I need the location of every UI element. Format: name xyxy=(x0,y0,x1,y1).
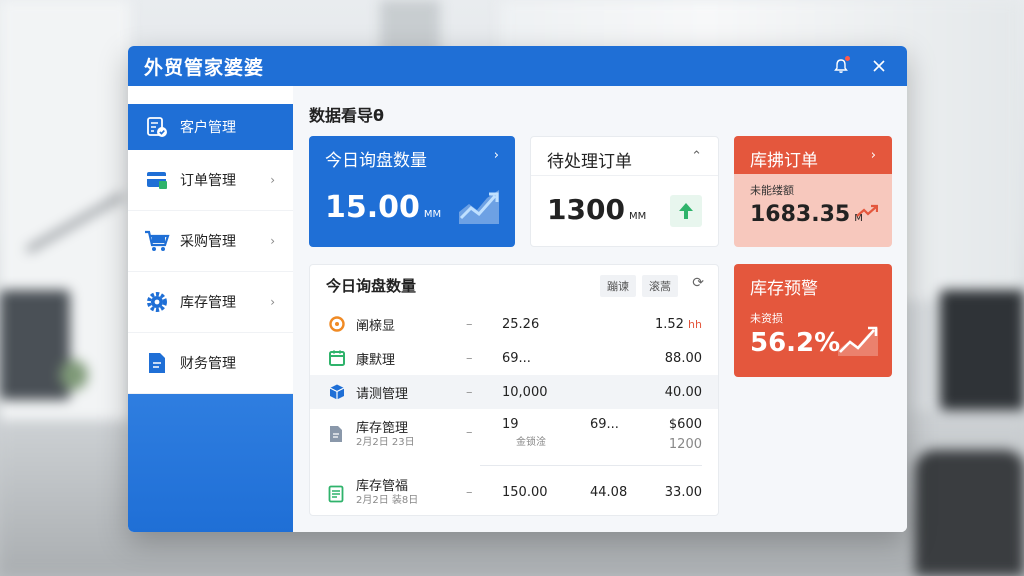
table-row[interactable]: 库存箆理 2月2日 23日 – 19 金锁淦 69... $600 1200 xyxy=(310,409,718,463)
row-dash: – xyxy=(466,316,473,332)
pending-unit: MM xyxy=(628,211,647,222)
document-icon xyxy=(144,350,170,376)
chevron-right-icon: › xyxy=(270,173,275,187)
table-tab[interactable]: 蹦谏 xyxy=(600,275,636,297)
table-title: 今日询盘数量 xyxy=(326,277,417,295)
row-value: $600 xyxy=(668,417,702,432)
dashboard: 数据看导θ 今日询盘数量 › 15.00MM 待处理订单 ⌃ 1300MM xyxy=(293,86,907,532)
close-icon[interactable] xyxy=(867,54,891,78)
inquiry-unit: MM xyxy=(423,209,442,220)
row-dash: – xyxy=(466,485,473,500)
order-icon xyxy=(144,167,170,193)
table-row[interactable]: 请测管理 – 10,000 40.00 xyxy=(310,375,718,409)
row-dash: – xyxy=(466,425,473,440)
table-row[interactable]: 库存管福 2月2日 装8日 – 150.00 44.08 33.00 xyxy=(310,467,718,513)
chevron-right-icon: › xyxy=(270,234,275,248)
row-value: 40.00 xyxy=(664,384,702,400)
row-value: 69... xyxy=(502,350,531,366)
stock-value: 56.2% xyxy=(750,328,841,358)
page-title: 数据看导θ xyxy=(309,106,384,125)
row-value: 69... xyxy=(590,417,619,432)
orders-card-subtitle: 未能缕额 xyxy=(750,184,794,197)
title-bar: 外贸管家婆婆 xyxy=(128,46,907,86)
sidebar-item-inventory[interactable]: 库存管理 › xyxy=(128,272,293,333)
row-value-secondary: 1200 xyxy=(668,437,702,452)
cart-icon xyxy=(144,228,170,254)
target-icon xyxy=(328,315,346,333)
orders-card-title: 库拂订单 xyxy=(734,136,892,174)
sidebar-item-finance[interactable]: 财务管理 xyxy=(128,333,293,394)
inquiry-card-title: 今日询盘数量 xyxy=(325,151,427,171)
row-value: 44.08 xyxy=(590,485,628,500)
app-window: 外贸管家婆婆 客户管理 订单管理 › 采购管理 › 库存管理 › 财务管理 数据… xyxy=(128,46,907,532)
row-value: 88.00 xyxy=(664,350,702,366)
pending-card-title: 待处理订单 xyxy=(547,152,632,172)
chevron-right-icon: › xyxy=(270,295,275,309)
inquiry-card[interactable]: 今日询盘数量 › 15.00 MM xyxy=(309,136,515,247)
row-value: 19 xyxy=(502,417,519,432)
app-title: 外贸管家婆婆 xyxy=(144,56,265,79)
customer-icon xyxy=(144,114,170,140)
row-date: 2月2日 23日 xyxy=(356,437,415,448)
sheet-icon xyxy=(328,485,346,503)
row-value: 33.00 xyxy=(664,485,702,500)
row-value: 150.00 xyxy=(502,485,548,500)
sidebar-item-label: 采购管理 xyxy=(180,234,236,250)
refresh-icon[interactable]: ⟳ xyxy=(692,275,704,291)
up-arrow-icon xyxy=(670,195,702,227)
notification-dot xyxy=(845,56,850,61)
pending-orders-card[interactable]: 待处理订单 ⌃ 1300 MM xyxy=(530,136,719,247)
row-subvalue: 金锁淦 xyxy=(516,437,546,448)
sidebar-item-customers[interactable]: 客户管理 xyxy=(128,104,293,150)
table-row[interactable]: 康默理 – 69... 88.00 xyxy=(310,341,718,375)
stock-alert-card[interactable]: 库存预警 未资损 56.2% xyxy=(734,264,892,377)
gear-icon xyxy=(144,289,170,315)
sidebar-item-label: 客户管理 xyxy=(180,120,236,136)
sidebar-item-label: 库存管理 xyxy=(180,295,236,311)
box-icon xyxy=(328,383,346,401)
row-name: 康默理 xyxy=(356,352,396,368)
orders-card[interactable]: 库拂订单 › 未能缕额 1683.35 M xyxy=(734,136,892,247)
calendar-icon xyxy=(328,349,346,367)
stock-card-subtitle: 未资损 xyxy=(750,312,783,325)
inquiry-table-card: 今日询盘数量 蹦谏 滚蒿 ⟳ 阐榇显 – 25.26 1.52 hh 康默理 –… xyxy=(309,264,719,516)
trend-chart-icon xyxy=(457,188,501,230)
trend-up-icon xyxy=(856,204,879,224)
sidebar-item-label: 财务管理 xyxy=(180,356,236,372)
row-value: 10,000 xyxy=(502,384,548,400)
row-name: 请测管理 xyxy=(356,386,409,402)
table-row[interactable]: 阐榇显 – 25.26 1.52 hh xyxy=(310,307,718,341)
stock-card-title: 库存预警 xyxy=(750,279,818,299)
chevron-right-icon[interactable]: › xyxy=(494,148,499,163)
sidebar-item-orders[interactable]: 订单管理 › xyxy=(128,150,293,211)
row-date: 2月2日 装8日 xyxy=(356,495,419,506)
orders-value: 1683.35 xyxy=(750,202,851,227)
row-name: 阐榇显 xyxy=(356,318,396,334)
chevron-right-icon[interactable]: › xyxy=(871,148,876,163)
row-value: 1.52 xyxy=(654,316,684,332)
table-tab[interactable]: 滚蒿 xyxy=(642,275,678,297)
file-icon xyxy=(328,425,346,443)
pending-value: 1300 xyxy=(547,193,625,226)
sidebar: 客户管理 订单管理 › 采购管理 › 库存管理 › 财务管理 xyxy=(128,86,293,532)
sidebar-footer-fill xyxy=(128,394,293,532)
table-tabs: 蹦谏 滚蒿 xyxy=(594,275,678,297)
trend-up-icon xyxy=(836,324,880,362)
chevron-up-icon[interactable]: ⌃ xyxy=(691,149,702,164)
inquiry-value: 15.00 xyxy=(325,190,420,225)
row-value-suffix: hh xyxy=(688,317,702,331)
row-dash: – xyxy=(466,350,473,366)
sidebar-item-label: 订单管理 xyxy=(180,173,236,189)
row-value: 25.26 xyxy=(502,316,540,332)
sidebar-item-purchasing[interactable]: 采购管理 › xyxy=(128,211,293,272)
row-dash: – xyxy=(466,384,473,400)
notification-bell-icon[interactable] xyxy=(829,54,853,78)
